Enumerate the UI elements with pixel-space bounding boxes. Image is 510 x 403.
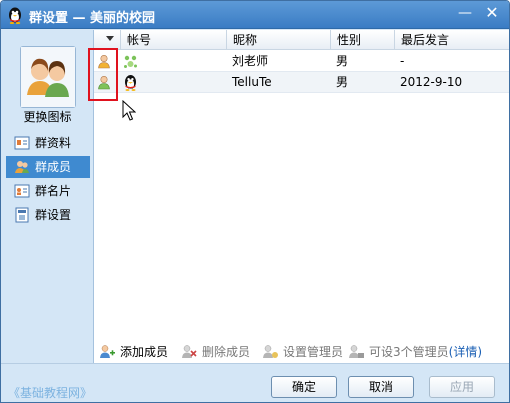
- sidebar: 更换图标 群资料 群成员 群名片 群设置: [2, 30, 93, 363]
- cancel-button[interactable]: 取消: [348, 376, 414, 398]
- group-avatar[interactable]: [20, 46, 76, 108]
- dialog-footer: 《基础教程网》 确定 取消 应用: [1, 363, 509, 402]
- member-gender: 男: [336, 75, 349, 89]
- member-last-speak: -: [400, 54, 405, 68]
- group-members-icon: [15, 161, 29, 173]
- column-header-account[interactable]: 帐号: [120, 30, 226, 50]
- highlight-box: [88, 48, 118, 101]
- watermark-text: 《基础教程网》: [8, 386, 93, 400]
- window-title: 群设置 — 美丽的校园: [29, 11, 156, 26]
- title-bar[interactable]: 群设置 — 美丽的校园 — ✕: [1, 1, 509, 29]
- qq-penguin-icon: [9, 7, 21, 24]
- set-admin-label: 设置管理员: [283, 345, 344, 359]
- sidebar-item-group-profile[interactable]: 群资料: [6, 132, 90, 154]
- group-profile-icon: [14, 136, 30, 150]
- member-nickname: 刘老师: [232, 54, 269, 68]
- set-admin-button[interactable]: 设置管理员: [262, 341, 343, 363]
- add-member-icon: [100, 345, 115, 358]
- sidebar-item-group-card[interactable]: 群名片: [6, 180, 90, 202]
- sort-arrow-icon[interactable]: [106, 36, 114, 41]
- admin-limit-info: 可设3个管理员(详情): [348, 341, 482, 363]
- group-avatar-icon: [21, 47, 75, 107]
- add-member-button[interactable]: 添加成员: [99, 341, 168, 363]
- ok-button[interactable]: 确定: [271, 376, 337, 398]
- admin-limit-label: 可设3个管理员: [369, 345, 449, 359]
- member-last-speak: 2012-9-10: [400, 75, 463, 89]
- delete-member-icon: [182, 345, 197, 358]
- group-settings-icon: [15, 207, 29, 223]
- sidebar-item-label: 群设置: [35, 208, 72, 222]
- apply-button[interactable]: 应用: [429, 376, 495, 398]
- change-icon-link[interactable]: 更换图标: [2, 108, 93, 125]
- group-card-icon: [14, 184, 30, 198]
- close-button[interactable]: ✕: [480, 3, 504, 23]
- table-header: 帐号 昵称 性别 最后发言: [94, 30, 509, 50]
- sidebar-item-label: 群资料: [35, 136, 72, 150]
- sidebar-item-label: 群名片: [35, 184, 72, 198]
- group-settings-window: 群设置 — 美丽的校园 — ✕ 更换图标 群资料 群成员 群名片 群设置 帐号 …: [0, 0, 510, 403]
- delete-member-button[interactable]: 删除成员: [181, 341, 250, 363]
- qq-penguin-avatar-icon: [125, 75, 136, 91]
- member-avatar-icon: [122, 53, 139, 70]
- member-actions-bar: 添加成员 删除成员 设置管理员 可设3个管理员(详情): [93, 341, 509, 363]
- member-gender: 男: [336, 54, 349, 68]
- member-nickname: TelluTe: [232, 75, 272, 89]
- details-link[interactable]: (详情): [449, 345, 482, 359]
- mouse-cursor-icon: [122, 100, 136, 121]
- column-header-nickname[interactable]: 昵称: [226, 30, 330, 50]
- column-header-last-speak[interactable]: 最后发言: [394, 30, 509, 50]
- sidebar-item-group-members[interactable]: 群成员: [6, 156, 90, 178]
- table-row[interactable]: TelluTe 男 2012-9-10: [94, 72, 509, 93]
- minimize-button[interactable]: —: [453, 3, 477, 23]
- delete-member-label: 删除成员: [202, 345, 251, 359]
- set-admin-icon: [263, 345, 278, 358]
- sidebar-item-label: 群成员: [35, 160, 72, 174]
- add-member-label: 添加成员: [120, 345, 169, 359]
- sidebar-item-group-settings[interactable]: 群设置: [6, 204, 90, 226]
- member-list-panel: 帐号 昵称 性别 最后发言 刘老师 男 - TelluTe 男 2012-9-1…: [93, 30, 509, 363]
- table-row[interactable]: 刘老师 男 -: [94, 51, 509, 72]
- admin-limit-icon: [349, 345, 364, 358]
- column-header-gender[interactable]: 性别: [330, 30, 394, 50]
